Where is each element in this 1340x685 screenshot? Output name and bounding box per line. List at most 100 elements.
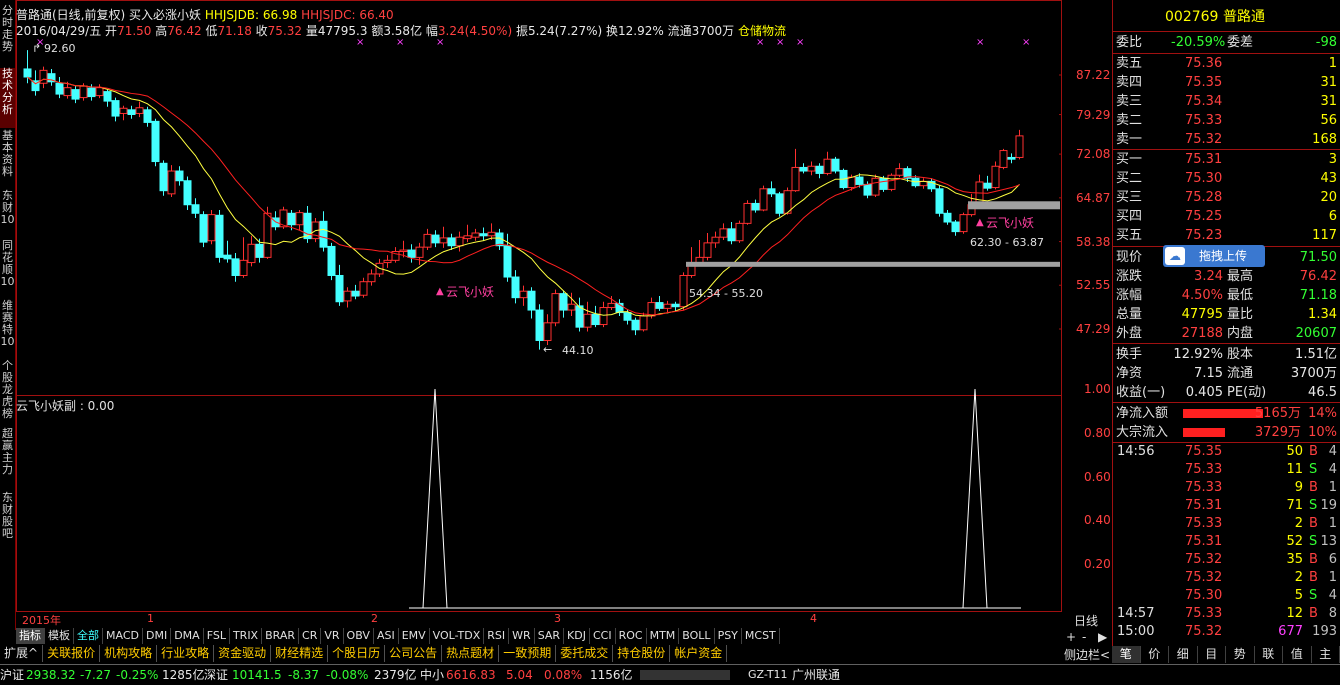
left-tab-5[interactable]: 维赛特10 — [0, 300, 15, 358]
sub-axis-label: 0.20 — [1084, 557, 1111, 571]
indicator-tab-1[interactable]: 模板 — [45, 628, 74, 644]
buys-row-4[interactable]: 买五75.23117 — [1113, 226, 1340, 245]
zoom-out-button[interactable]: - — [1082, 630, 1086, 644]
drag-upload-button[interactable]: ☁ 拖拽上传 — [1163, 245, 1265, 267]
tick-volume: 71 — [1253, 497, 1303, 515]
indicator-tab-0[interactable]: 指标 — [16, 628, 45, 644]
open-value: 71.50 — [117, 24, 151, 38]
signal-label-1: 云飞小妖 — [446, 283, 494, 300]
function-tab-7[interactable]: 公司公告 — [385, 645, 442, 662]
price-axis-label: 52.55 — [1076, 278, 1110, 292]
buys-row-3[interactable]: 买四75.256 — [1113, 207, 1340, 226]
function-tab-10[interactable]: 委托成交 — [556, 645, 613, 662]
sells-row-4[interactable]: 卖一75.32168 — [1113, 130, 1340, 149]
buys-row-1[interactable]: 买二75.3043 — [1113, 169, 1340, 188]
amount-value: 3.58亿 — [383, 24, 422, 38]
function-tab-0[interactable]: 扩展^ — [0, 645, 43, 662]
indicator-tab-6[interactable]: FSL — [204, 628, 230, 644]
function-tab-1[interactable]: 关联报价 — [43, 645, 100, 662]
left-tab-0[interactable]: 分时走势 — [0, 5, 15, 67]
indicator-tab-11[interactable]: OBV — [344, 628, 374, 644]
buys-row-0[interactable]: 买一75.313 — [1113, 150, 1340, 169]
bar-date: 2016/04/29/五 — [16, 24, 101, 38]
function-tab-2[interactable]: 机构攻略 — [100, 645, 157, 662]
indicator-tab-2[interactable]: 全部 — [74, 628, 103, 644]
indicator-tab-12[interactable]: ASI — [374, 628, 399, 644]
quote-tab-3[interactable]: 目 — [1198, 646, 1227, 663]
indicator-tab-19[interactable]: CCI — [590, 628, 616, 644]
zoom-in-button[interactable]: + — [1066, 630, 1076, 644]
sells-row-2[interactable]: 卖三75.3431 — [1113, 92, 1340, 111]
chart-area[interactable]: ×××××××××▲▲←↱ — [16, 0, 1062, 612]
left-tab-8[interactable]: 东财股吧 — [0, 492, 15, 548]
function-tab-11[interactable]: 持仓股份 — [613, 645, 670, 662]
tick-side: B — [1309, 569, 1318, 587]
candle-body — [472, 233, 479, 237]
indicator-tab-7[interactable]: TRIX — [230, 628, 262, 644]
indicator-tab-9[interactable]: CR — [299, 628, 321, 644]
buys-row-2[interactable]: 买三75.2820 — [1113, 188, 1340, 207]
stats2-label-1: 换手 — [1116, 345, 1142, 364]
indicator-tab-13[interactable]: EMV — [399, 628, 430, 644]
indicator-tab-16[interactable]: WR — [509, 628, 535, 644]
sells-row-1[interactable]: 卖四75.3531 — [1113, 73, 1340, 92]
kline-chart-svg[interactable]: ×××××××××▲▲←↱ — [16, 0, 1062, 612]
function-tab-5[interactable]: 财经精选 — [271, 645, 328, 662]
sells-price: 75.32 — [1185, 130, 1222, 149]
indicator-tab-20[interactable]: ROC — [616, 628, 647, 644]
left-tab-3[interactable]: 东财10 — [0, 190, 15, 238]
function-tab-12[interactable]: 帐户资金 — [670, 645, 727, 662]
buys-volume: 117 — [1312, 226, 1337, 245]
indicator-tab-24[interactable]: MCST — [742, 628, 780, 644]
stats-label-2: 最高 — [1227, 267, 1253, 286]
indicator-tab-18[interactable]: KDJ — [564, 628, 590, 644]
candle-body — [432, 235, 439, 243]
quote-tab-7[interactable]: 主 — [1312, 646, 1340, 663]
tick-row-5: 75.3152S13 — [1113, 533, 1340, 551]
quote-tab-5[interactable]: 联 — [1255, 646, 1284, 663]
zx-change: 5.04 — [506, 665, 533, 685]
left-tab-1[interactable]: 技术分析 — [0, 68, 15, 128]
candle-body — [864, 184, 871, 195]
quote-tab-2[interactable]: 细 — [1169, 646, 1198, 663]
candle-body — [120, 108, 127, 113]
function-tab-6[interactable]: 个股日历 — [328, 645, 385, 662]
function-tab-3[interactable]: 行业攻略 — [157, 645, 214, 662]
function-tab-4[interactable]: 资金驱动 — [214, 645, 271, 662]
sells-row-3[interactable]: 卖二75.3356 — [1113, 111, 1340, 130]
stats2-value-1: 12.92% — [1173, 345, 1223, 364]
indicator-tab-23[interactable]: PSY — [715, 628, 742, 644]
indicator-tab-22[interactable]: BOLL — [679, 628, 714, 644]
function-tab-9[interactable]: 一致预期 — [499, 645, 556, 662]
indicator-tab-21[interactable]: MTM — [647, 628, 680, 644]
sells-price: 75.33 — [1185, 111, 1222, 130]
left-tab-4[interactable]: 同花顺10 — [0, 240, 15, 298]
sidebar-toggle[interactable]: 侧边栏< — [1064, 646, 1110, 663]
sells-row-0[interactable]: 卖五75.361 — [1113, 54, 1340, 73]
quote-tab-4[interactable]: 势 — [1226, 646, 1255, 663]
indicator-tab-4[interactable]: DMI — [143, 628, 171, 644]
indicator-tab-17[interactable]: SAR — [535, 628, 564, 644]
quote-panel: 002769 普路通 委比 -20.59% 委差 -98 卖五75.361卖四7… — [1112, 0, 1340, 662]
quote-tab-6[interactable]: 值 — [1283, 646, 1312, 663]
quote-tab-0[interactable]: 笔 — [1112, 646, 1141, 663]
buys-volume: 3 — [1329, 150, 1337, 169]
indicator-tab-5[interactable]: DMA — [171, 628, 204, 644]
quote-tab-1[interactable]: 价 — [1141, 646, 1170, 663]
flow-amount: 5165万 — [1255, 404, 1301, 423]
buys-volume: 6 — [1329, 207, 1337, 226]
candle-body — [24, 69, 31, 77]
left-tab-6[interactable]: 个股龙虎榜 — [0, 360, 15, 426]
indicator-tab-14[interactable]: VOL-TDX — [430, 628, 485, 644]
indicator-tab-15[interactable]: RSI — [484, 628, 509, 644]
weicha-label: 委差 — [1227, 33, 1253, 52]
tick-volume: 12 — [1253, 605, 1303, 623]
indicator-tab-3[interactable]: MACD — [103, 628, 143, 644]
left-tab-2[interactable]: 基本资料 — [0, 130, 15, 188]
indicator-tab-10[interactable]: VR — [321, 628, 343, 644]
play-button[interactable]: ▶ — [1098, 630, 1107, 644]
left-tab-7[interactable]: 超赢主力 — [0, 428, 15, 490]
tick-time: 14:56 — [1117, 443, 1154, 461]
function-tab-8[interactable]: 热点题材 — [442, 645, 499, 662]
indicator-tab-8[interactable]: BRAR — [262, 628, 299, 644]
